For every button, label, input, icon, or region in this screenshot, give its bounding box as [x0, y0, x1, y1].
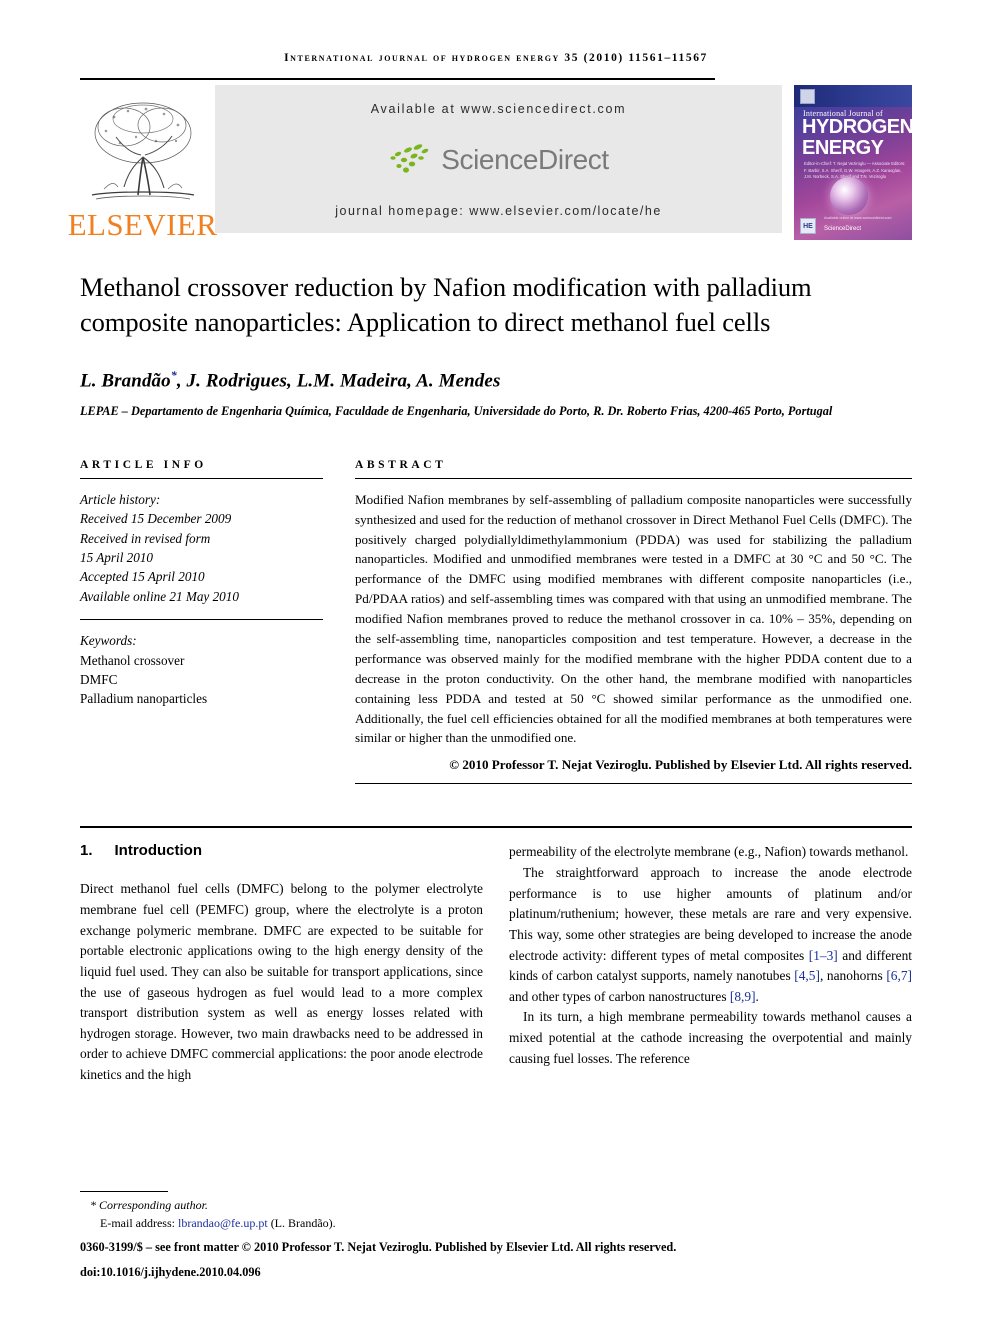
paragraph: In its turn, a high membrane permeabilit…	[509, 1009, 912, 1066]
journal-homepage-text: journal homepage: www.elsevier.com/locat…	[335, 204, 662, 218]
body-column-right: permeability of the electrolyte membrane…	[509, 842, 912, 1085]
cover-available-online: Available online at www.sciencedirect.co…	[824, 216, 892, 220]
section-heading-introduction: 1. Introduction	[80, 842, 483, 859]
citation-link[interactable]: [8,9]	[730, 989, 756, 1004]
masthead: ELSEVIER Available at www.sciencedirect.…	[68, 85, 912, 240]
author-list: L. Brandão*, J. Rodrigues, L.M. Madeira,…	[80, 368, 912, 392]
sciencedirect-wordmark: ScienceDirect	[441, 144, 609, 175]
cover-energy: ENERGY	[802, 137, 884, 159]
sciencedirect-banner: Available at www.sciencedirect.com Scien…	[215, 85, 782, 233]
abstract-bottom-rule	[355, 783, 912, 785]
paragraph-with-citations: The straightforward approach to increase…	[509, 863, 912, 1007]
body-columns: 1. Introduction Direct methanol fuel cel…	[80, 842, 912, 1085]
elsevier-wordmark: ELSEVIER	[67, 207, 218, 242]
elsevier-tree-icon	[91, 102, 194, 200]
abstract-column: ABSTRACT Modified Nafion membranes by se…	[355, 459, 912, 785]
email-suffix: (L. Brandão).	[267, 1215, 336, 1230]
abstract-label: ABSTRACT	[355, 458, 447, 471]
running-head: International Journal of Hydrogen Energy…	[284, 52, 708, 64]
body-column-left: 1. Introduction Direct methanol fuel cel…	[80, 842, 483, 1085]
paragraph-text: .	[755, 988, 759, 1004]
keywords-divider	[80, 619, 323, 621]
sciencedirect-leaf-icon	[390, 144, 429, 173]
keyword-item: Methanol crossover	[80, 652, 185, 668]
elsevier-logo: ELSEVIER	[68, 85, 217, 240]
abstract-copyright: © 2010 Professor T. Nejat Veziroglu. Pub…	[449, 757, 912, 773]
page-footer: * Corresponding author. E-mail address: …	[80, 1191, 677, 1281]
abstract-divider	[355, 477, 912, 479]
paragraph: permeability of the electrolyte membrane…	[509, 844, 909, 860]
page-title: Methanol crossover reduction by Nafion m…	[80, 272, 812, 337]
section-title: Introduction	[114, 842, 202, 860]
history-item: Received in revised form	[80, 530, 211, 546]
citation-link[interactable]: [1–3]	[809, 948, 838, 963]
keywords-label: Keywords:	[80, 633, 137, 649]
paragraph-text: , nanohorns	[819, 968, 887, 984]
affiliation: LEPAE – Departamento de Engenharia Quími…	[80, 404, 833, 419]
cover-he-mark-icon: HE	[800, 218, 816, 234]
info-abstract-block: ARTICLE INFO Article history: Received 1…	[80, 459, 912, 785]
journal-cover-thumbnail: International Journal of HYDROGEN ENERGY…	[794, 85, 912, 240]
issn-line: 0360-3199/$ – see front matter © 2010 Pr…	[80, 1240, 677, 1255]
article-info-divider	[80, 477, 323, 479]
email-link[interactable]: lbrandao@fe.up.pt	[178, 1216, 268, 1230]
paragraph-text: and other types of carbon nanostructures	[509, 988, 730, 1004]
article-info-label: ARTICLE INFO	[80, 458, 207, 471]
corresponding-author-note: * Corresponding author.	[90, 1198, 208, 1213]
cover-orb-graphic	[830, 177, 868, 215]
available-at-text: Available at www.sciencedirect.com	[370, 102, 627, 116]
sciencedirect-logo: ScienceDirect	[388, 143, 609, 177]
doi-line: doi:10.1016/j.ijhydene.2010.04.096	[80, 1264, 261, 1279]
email-label: E-mail address:	[100, 1215, 178, 1230]
paragraph: Direct methanol fuel cells (DMFC) belong…	[80, 881, 483, 1083]
header-rule	[80, 78, 715, 80]
paper-page: International Journal of Hydrogen Energy…	[0, 0, 992, 1323]
abstract-text: Modified Nafion membranes by self-assemb…	[355, 491, 912, 746]
email-line: E-mail address: lbrandao@fe.up.pt (L. Br…	[80, 1215, 500, 1232]
citation-link[interactable]: [6,7]	[886, 968, 912, 983]
body-top-rule	[80, 826, 912, 829]
footnote-rule	[80, 1191, 168, 1193]
section-number: 1.	[80, 842, 93, 860]
author-first: L. Brandão	[80, 370, 171, 392]
cover-sciencedirect-mark: ScienceDirect	[824, 226, 862, 232]
history-item: Available online 21 May 2010	[80, 588, 239, 604]
cover-elsevier-mark-icon	[800, 89, 815, 104]
author-rest: , J. Rodrigues, L.M. Madeira, A. Mendes	[176, 370, 501, 392]
cover-hydrogen: HYDROGEN	[802, 116, 912, 138]
keyword-item: Palladium nanoparticles	[80, 691, 208, 707]
history-item: 15 April 2010	[80, 549, 154, 565]
history-item: Accepted 15 April 2010	[80, 569, 205, 585]
keyword-item: DMFC	[80, 671, 118, 687]
history-item: Received 15 December 2009	[80, 511, 232, 527]
article-history-label: Article history:	[80, 491, 161, 507]
citation-link[interactable]: [4,5]	[794, 968, 820, 983]
article-info-column: ARTICLE INFO Article history: Received 1…	[80, 459, 323, 785]
